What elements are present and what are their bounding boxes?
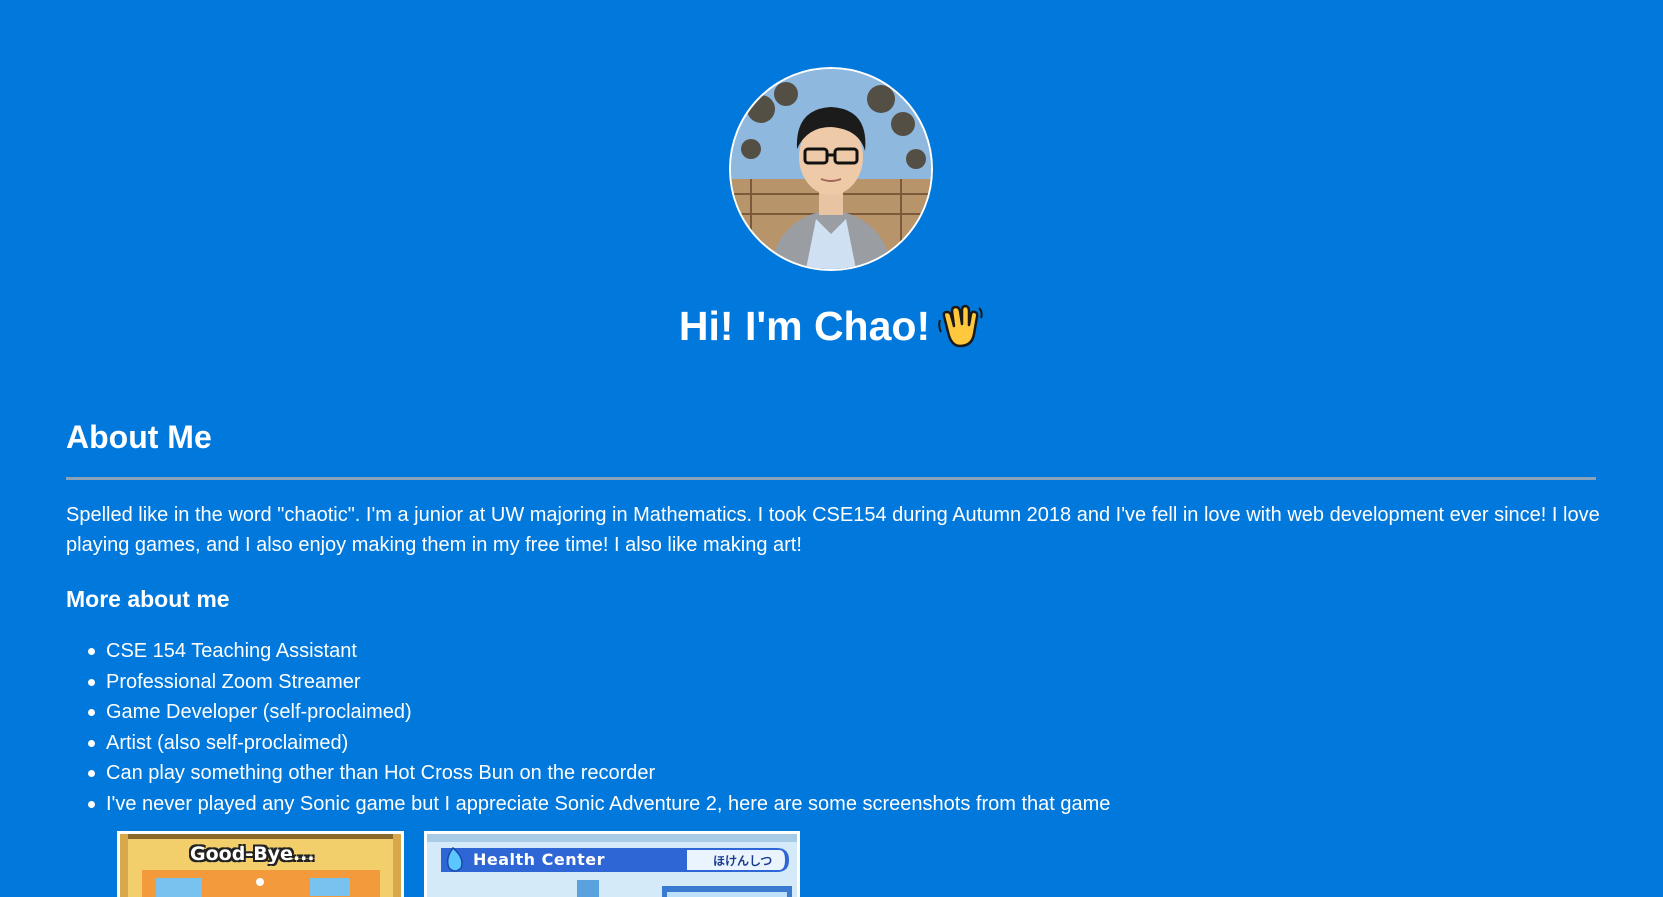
about-me-heading: About Me (66, 419, 212, 455)
list-item: I've never played any Sonic game but I a… (88, 789, 1110, 820)
hero-greeting: Hi! I'm Chao! (0, 298, 1663, 354)
list-item: Professional Zoom Streamer (88, 667, 1110, 698)
list-item: Game Developer (self-proclaimed) (88, 697, 1110, 728)
list-item: Can play something other than Hot Cross … (88, 758, 1110, 789)
more-about-me-list: CSE 154 Teaching Assistant Professional … (88, 636, 1110, 819)
list-item: Artist (also self-proclaimed) (88, 728, 1110, 759)
sonic-screenshot-goodbye: Good-Bye... (117, 831, 404, 897)
health-center-label: Health Center (473, 850, 606, 869)
page: Hi! I'm Chao! About Me Spelled like in t… (0, 0, 1663, 897)
greeting-text: Hi! I'm Chao! (678, 303, 931, 349)
health-center-kana: ほけんしつ (713, 854, 773, 868)
about-intro-paragraph: Spelled like in the word "chaotic". I'm … (66, 504, 1600, 556)
more-about-me-heading: More about me (66, 586, 230, 612)
waving-hand-icon (936, 302, 984, 350)
goodbye-label: Good-Bye... (190, 843, 315, 865)
sonic-screenshot-health-center: Health Center ほけんしつ (424, 831, 800, 897)
list-item: CSE 154 Teaching Assistant (88, 636, 1110, 667)
profile-avatar (729, 67, 933, 271)
profile-photo-icon (731, 69, 931, 269)
section-divider (66, 477, 1596, 480)
